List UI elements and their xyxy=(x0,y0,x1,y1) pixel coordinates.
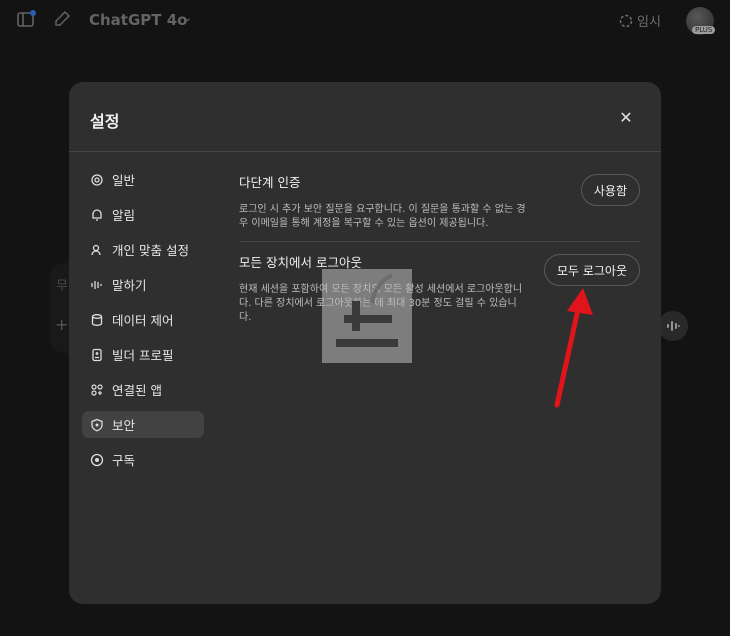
waveform-icon xyxy=(90,278,104,292)
nav-item-connected-apps[interactable]: 연결된 앱 xyxy=(82,376,204,403)
modal-divider xyxy=(69,151,661,152)
nav-item-label: 알림 xyxy=(112,208,136,223)
nav-item-label: 데이터 제어 xyxy=(112,313,174,328)
gear-icon xyxy=(90,173,104,187)
mfa-description: 로그인 시 추가 보안 질문을 요구합니다. 이 질문을 통과할 수 없는 경우… xyxy=(239,204,526,229)
section-divider xyxy=(239,241,640,242)
mfa-title: 다단계 인증 xyxy=(239,175,301,190)
nav-item-speech[interactable]: 말하기 xyxy=(82,271,204,298)
nav-item-label: 빌더 프로필 xyxy=(112,348,174,363)
nav-item-label: 연결된 앱 xyxy=(112,383,162,398)
nav-item-builder-profile[interactable]: 빌더 프로필 xyxy=(82,341,204,368)
id-card-icon xyxy=(90,348,104,362)
settings-nav: 일반 알림 개인 맞춤 설정 말하기 데이터 제어 빌더 프로필 연결된 앱 보… xyxy=(82,166,204,481)
annotation-arrow-icon xyxy=(554,288,593,408)
nav-item-subscription[interactable]: 구독 xyxy=(82,446,204,473)
nav-item-personalization[interactable]: 개인 맞춤 설정 xyxy=(82,236,204,263)
nav-item-notifications[interactable]: 알림 xyxy=(82,201,204,228)
plus-circle-icon xyxy=(90,453,104,467)
apps-icon xyxy=(90,383,104,397)
shield-icon xyxy=(90,418,104,432)
nav-item-security[interactable]: 보안 xyxy=(82,411,204,438)
person-icon xyxy=(90,243,104,257)
mfa-section: 다단계 인증 로그인 시 추가 보안 질문을 요구합니다. 이 질문을 통과할 … xyxy=(239,172,640,231)
close-button[interactable]: ✕ xyxy=(616,108,636,128)
bell-icon xyxy=(90,208,104,222)
nav-item-label: 보안 xyxy=(112,418,136,433)
logout-all-button[interactable]: 모두 로그아웃 xyxy=(543,254,640,286)
nav-item-label: 말하기 xyxy=(112,278,147,293)
nav-item-label: 구독 xyxy=(112,453,136,468)
nav-item-data-controls[interactable]: 데이터 제어 xyxy=(82,306,204,333)
modal-title: 설정 xyxy=(90,112,120,131)
mfa-toggle-button[interactable]: 사용함 xyxy=(580,174,640,206)
nav-item-general[interactable]: 일반 xyxy=(82,166,204,193)
nav-item-label: 개인 맞춤 설정 xyxy=(112,243,189,258)
database-icon xyxy=(90,313,104,327)
nav-item-label: 일반 xyxy=(112,173,136,188)
watermark xyxy=(322,269,412,363)
